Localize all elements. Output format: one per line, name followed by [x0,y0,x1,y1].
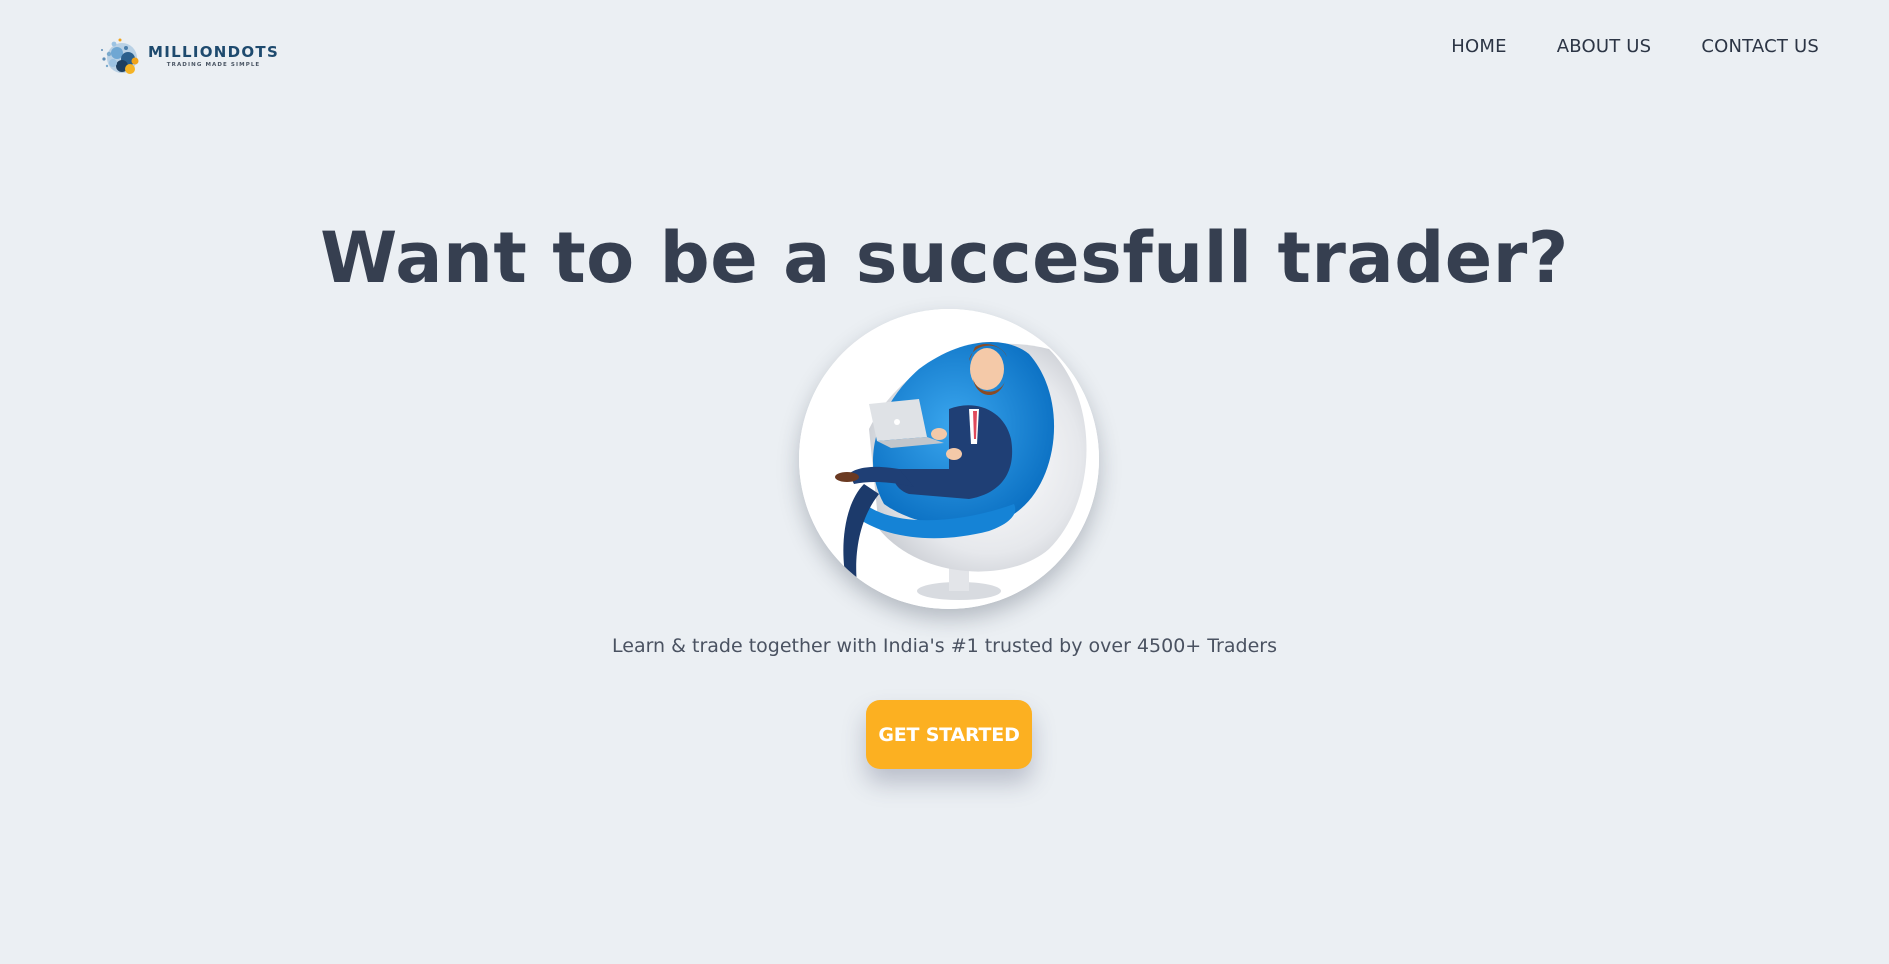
site-header: MILLIONDOTS TRADING MADE SIMPLE HOME ABO… [0,0,1889,100]
nav-link-home[interactable]: HOME [1451,36,1506,57]
hero-title: Want to be a succesfull trader? [320,217,1569,299]
hero-subtitle: Learn & trade together with India's #1 t… [612,635,1277,657]
dots-globe-icon [101,38,139,74]
brand-logo[interactable]: MILLIONDOTS TRADING MADE SIMPLE [92,32,279,80]
hero-illustration [799,309,1099,609]
landing-page: MILLIONDOTS TRADING MADE SIMPLE HOME ABO… [0,0,1889,964]
brand-wordmark: MILLIONDOTS TRADING MADE SIMPLE [148,43,279,69]
trader-in-egg-chair-illustration [799,309,1099,609]
nav-link-contact-us[interactable]: CONTACT US [1701,36,1819,57]
main-nav: HOME ABOUT US CONTACT US [1451,36,1819,57]
brand-tagline: TRADING MADE SIMPLE [166,62,261,68]
brand-name: MILLIONDOTS [148,43,280,61]
nav-link-about-us[interactable]: ABOUT US [1557,36,1652,57]
get-started-button[interactable]: GET STARTED [866,700,1032,769]
